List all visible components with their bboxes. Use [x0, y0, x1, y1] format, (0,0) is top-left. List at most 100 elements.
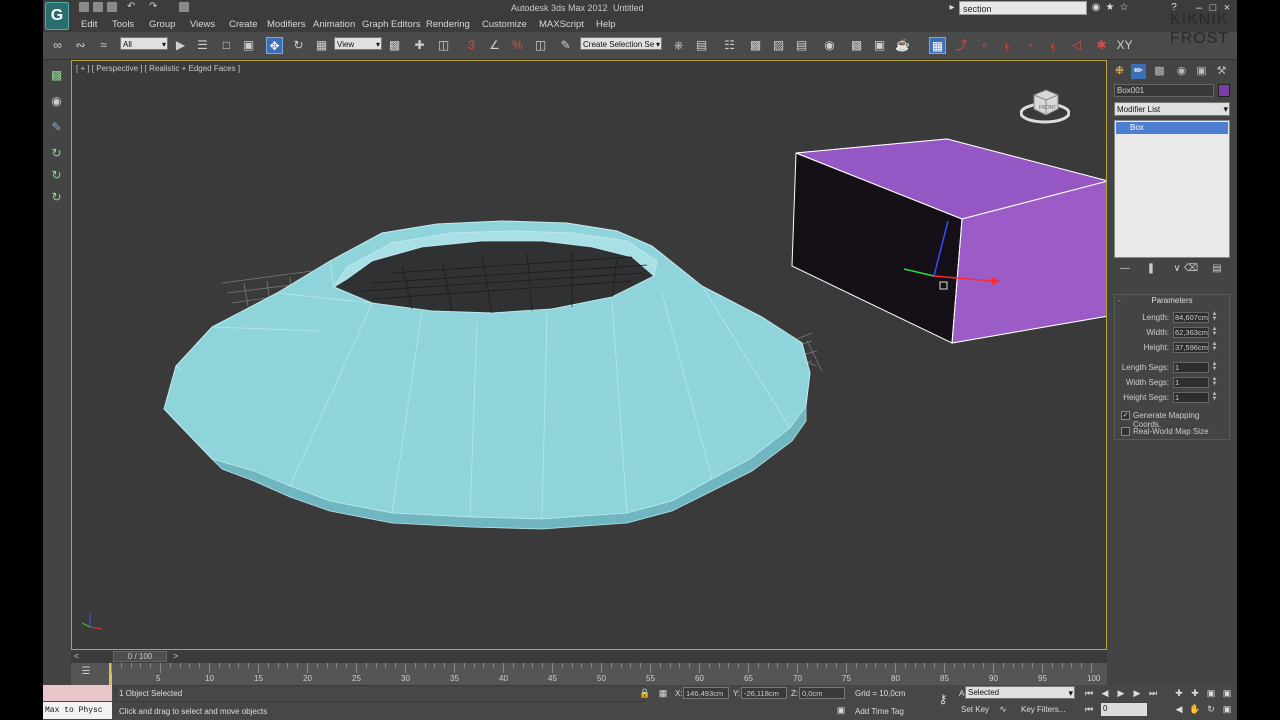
menu-tools[interactable]: Tools: [112, 19, 134, 30]
modifier-list-dropdown[interactable]: Modifier List ▾: [1114, 102, 1230, 116]
make-unique-icon[interactable]: ∨: [1170, 262, 1184, 275]
previous-frame-icon[interactable]: ◀: [1099, 687, 1111, 699]
create-tab-icon[interactable]: ❉: [1112, 64, 1127, 79]
key-filters-button[interactable]: Key Filters...: [1021, 705, 1065, 714]
pan-icon[interactable]: ✋: [1189, 703, 1201, 715]
extra-tool-7-icon[interactable]: ✱: [1093, 37, 1110, 54]
percent-snap-icon[interactable]: %: [509, 37, 526, 54]
display-tab-icon[interactable]: ▣: [1194, 64, 1209, 79]
orbit-icon[interactable]: ↻: [1205, 703, 1217, 715]
time-slider[interactable]: < 0 / 100 >: [71, 650, 1107, 663]
bind-space-warp-icon[interactable]: ≈: [95, 37, 112, 54]
menu-edit[interactable]: Edit: [81, 19, 97, 30]
rectangular-selection-icon[interactable]: □: [218, 37, 235, 54]
select-and-move-icon[interactable]: ✥: [266, 37, 283, 54]
menu-animation[interactable]: Animation: [313, 19, 355, 30]
generate-mapping-checkbox[interactable]: ✓: [1121, 411, 1130, 420]
snaps-toggle-icon[interactable]: 3: [463, 37, 480, 54]
parameters-title[interactable]: Parameters: [1115, 296, 1229, 305]
configure-sets-icon[interactable]: ▤: [1210, 262, 1224, 275]
use-pivot-center-icon[interactable]: ▩: [386, 37, 403, 54]
motion-tab-icon[interactable]: ◉: [1174, 64, 1189, 79]
app-logo-icon[interactable]: G: [45, 2, 69, 30]
reference-coordinate-dropdown[interactable]: View: [334, 37, 382, 51]
trackbar[interactable]: ☰ 5 10 15 20 25 30 35 40 45 50 55 60 65 70 75 80 85 90 95 1…: [71, 663, 1107, 685]
length-segs-spinner[interactable]: ▲ ▼: [1211, 361, 1218, 373]
menu-help[interactable]: Help: [596, 19, 616, 30]
redo-icon[interactable]: ↷: [149, 2, 159, 12]
height-spinner[interactable]: ▲ ▼: [1211, 341, 1218, 353]
menu-views[interactable]: Views: [190, 19, 215, 30]
extra-tool-6-icon[interactable]: ◁: [1068, 37, 1085, 54]
viewport-scene[interactable]: [72, 61, 1107, 650]
length-segs-field[interactable]: 1: [1173, 362, 1209, 373]
utilities-tab-icon[interactable]: ⚒: [1214, 64, 1229, 79]
dope-sheet-icon[interactable]: ↻: [47, 166, 66, 185]
pin-stack-icon[interactable]: —: [1118, 262, 1132, 275]
set-key-button[interactable]: Set Key: [961, 705, 989, 714]
curve-editor-icon[interactable]: ▨: [770, 37, 787, 54]
container-icon[interactable]: ▩: [47, 66, 66, 85]
mirror-icon[interactable]: ⎈: [670, 37, 687, 54]
object-paint-icon[interactable]: ◉: [47, 92, 66, 111]
modifier-stack[interactable]: Box: [1114, 120, 1230, 258]
add-time-tag[interactable]: Add Time Tag: [855, 707, 904, 716]
menu-maxscript[interactable]: MAXScript: [539, 19, 584, 30]
hierarchy-tab-icon[interactable]: ▩: [1152, 64, 1167, 79]
extra-tool-5-icon[interactable]: ⍷: [1045, 37, 1062, 54]
time-prev-icon[interactable]: <: [74, 651, 79, 661]
menu-customize[interactable]: Customize: [482, 19, 527, 30]
key-icon[interactable]: ⚷: [933, 693, 953, 705]
menu-rendering[interactable]: Rendering: [426, 19, 470, 30]
play-icon[interactable]: ▶: [1115, 687, 1127, 699]
selection-filter-dropdown[interactable]: All: [120, 37, 168, 51]
object-color-swatch[interactable]: [1218, 84, 1230, 97]
length-field[interactable]: 84,607cm: [1173, 312, 1209, 323]
undo-icon[interactable]: ↶: [127, 2, 137, 12]
align-icon[interactable]: ▤: [693, 37, 710, 54]
curve-icon[interactable]: ∿: [997, 703, 1009, 715]
render-setup-icon[interactable]: ▩: [848, 37, 865, 54]
modify-tab-icon[interactable]: ✏: [1131, 64, 1146, 79]
open-file-icon[interactable]: [93, 2, 103, 12]
width-segs-spinner[interactable]: ▲ ▼: [1211, 376, 1218, 388]
time-tag-icon[interactable]: ▣: [835, 704, 847, 716]
x-coordinate-field[interactable]: 146,493cm: [683, 687, 729, 699]
maxscript-listener-input[interactable]: [43, 685, 112, 701]
lock-selection-icon[interactable]: 🔒: [639, 687, 651, 699]
field-of-view-icon[interactable]: ◀: [1173, 703, 1185, 715]
height-segs-field[interactable]: 1: [1173, 392, 1209, 403]
maximize-viewport-icon[interactable]: ▣: [1221, 703, 1233, 715]
communication-icon[interactable]: ★: [1105, 3, 1115, 13]
track-view-icon[interactable]: ↻: [47, 144, 66, 163]
go-to-start-icon[interactable]: ⏮: [1083, 687, 1095, 699]
spinner-snap-icon[interactable]: ◫: [532, 37, 549, 54]
extra-tool-2-icon[interactable]: ∘: [976, 37, 993, 54]
motion-mixer-icon[interactable]: ↻: [47, 188, 66, 207]
menu-graph-editors[interactable]: Graph Editors: [362, 19, 421, 30]
menu-group[interactable]: Group: [149, 19, 175, 30]
binoculars-icon[interactable]: ◉: [1091, 3, 1101, 13]
graphite-tools-icon[interactable]: ▩: [747, 37, 764, 54]
height-field[interactable]: 37,596cm: [1173, 342, 1209, 353]
extra-tool-4-icon[interactable]: ∘: [1022, 37, 1039, 54]
object-name-field[interactable]: Box001: [1114, 84, 1214, 97]
window-crossing-icon[interactable]: ▣: [240, 37, 257, 54]
brush-icon[interactable]: ✎: [47, 118, 66, 137]
schematic-view-icon[interactable]: ▤: [793, 37, 810, 54]
width-segs-field[interactable]: 1: [1173, 377, 1209, 388]
menu-modifiers[interactable]: Modifiers: [267, 19, 306, 30]
key-mode-dropdown[interactable]: Selected ▾: [965, 686, 1075, 699]
viewcube-icon[interactable]: FRONT: [1020, 85, 1070, 125]
real-world-map-checkbox[interactable]: [1121, 427, 1130, 436]
next-frame-icon[interactable]: ▶: [1131, 687, 1143, 699]
y-coordinate-field[interactable]: -26,118cm: [741, 687, 787, 699]
extra-grid-icon[interactable]: ▦: [929, 37, 946, 54]
material-editor-icon[interactable]: ◉: [821, 37, 838, 54]
edit-named-selection-icon[interactable]: ✎: [557, 37, 574, 54]
xy-constraint-icon[interactable]: XY: [1116, 37, 1133, 54]
maxscript-output[interactable]: Max to Physc: [43, 702, 112, 719]
rendered-frame-window-icon[interactable]: ▣: [871, 37, 888, 54]
box001-object[interactable]: [791, 138, 1107, 344]
key-mode-toggle-icon[interactable]: ⏮: [1083, 703, 1095, 715]
